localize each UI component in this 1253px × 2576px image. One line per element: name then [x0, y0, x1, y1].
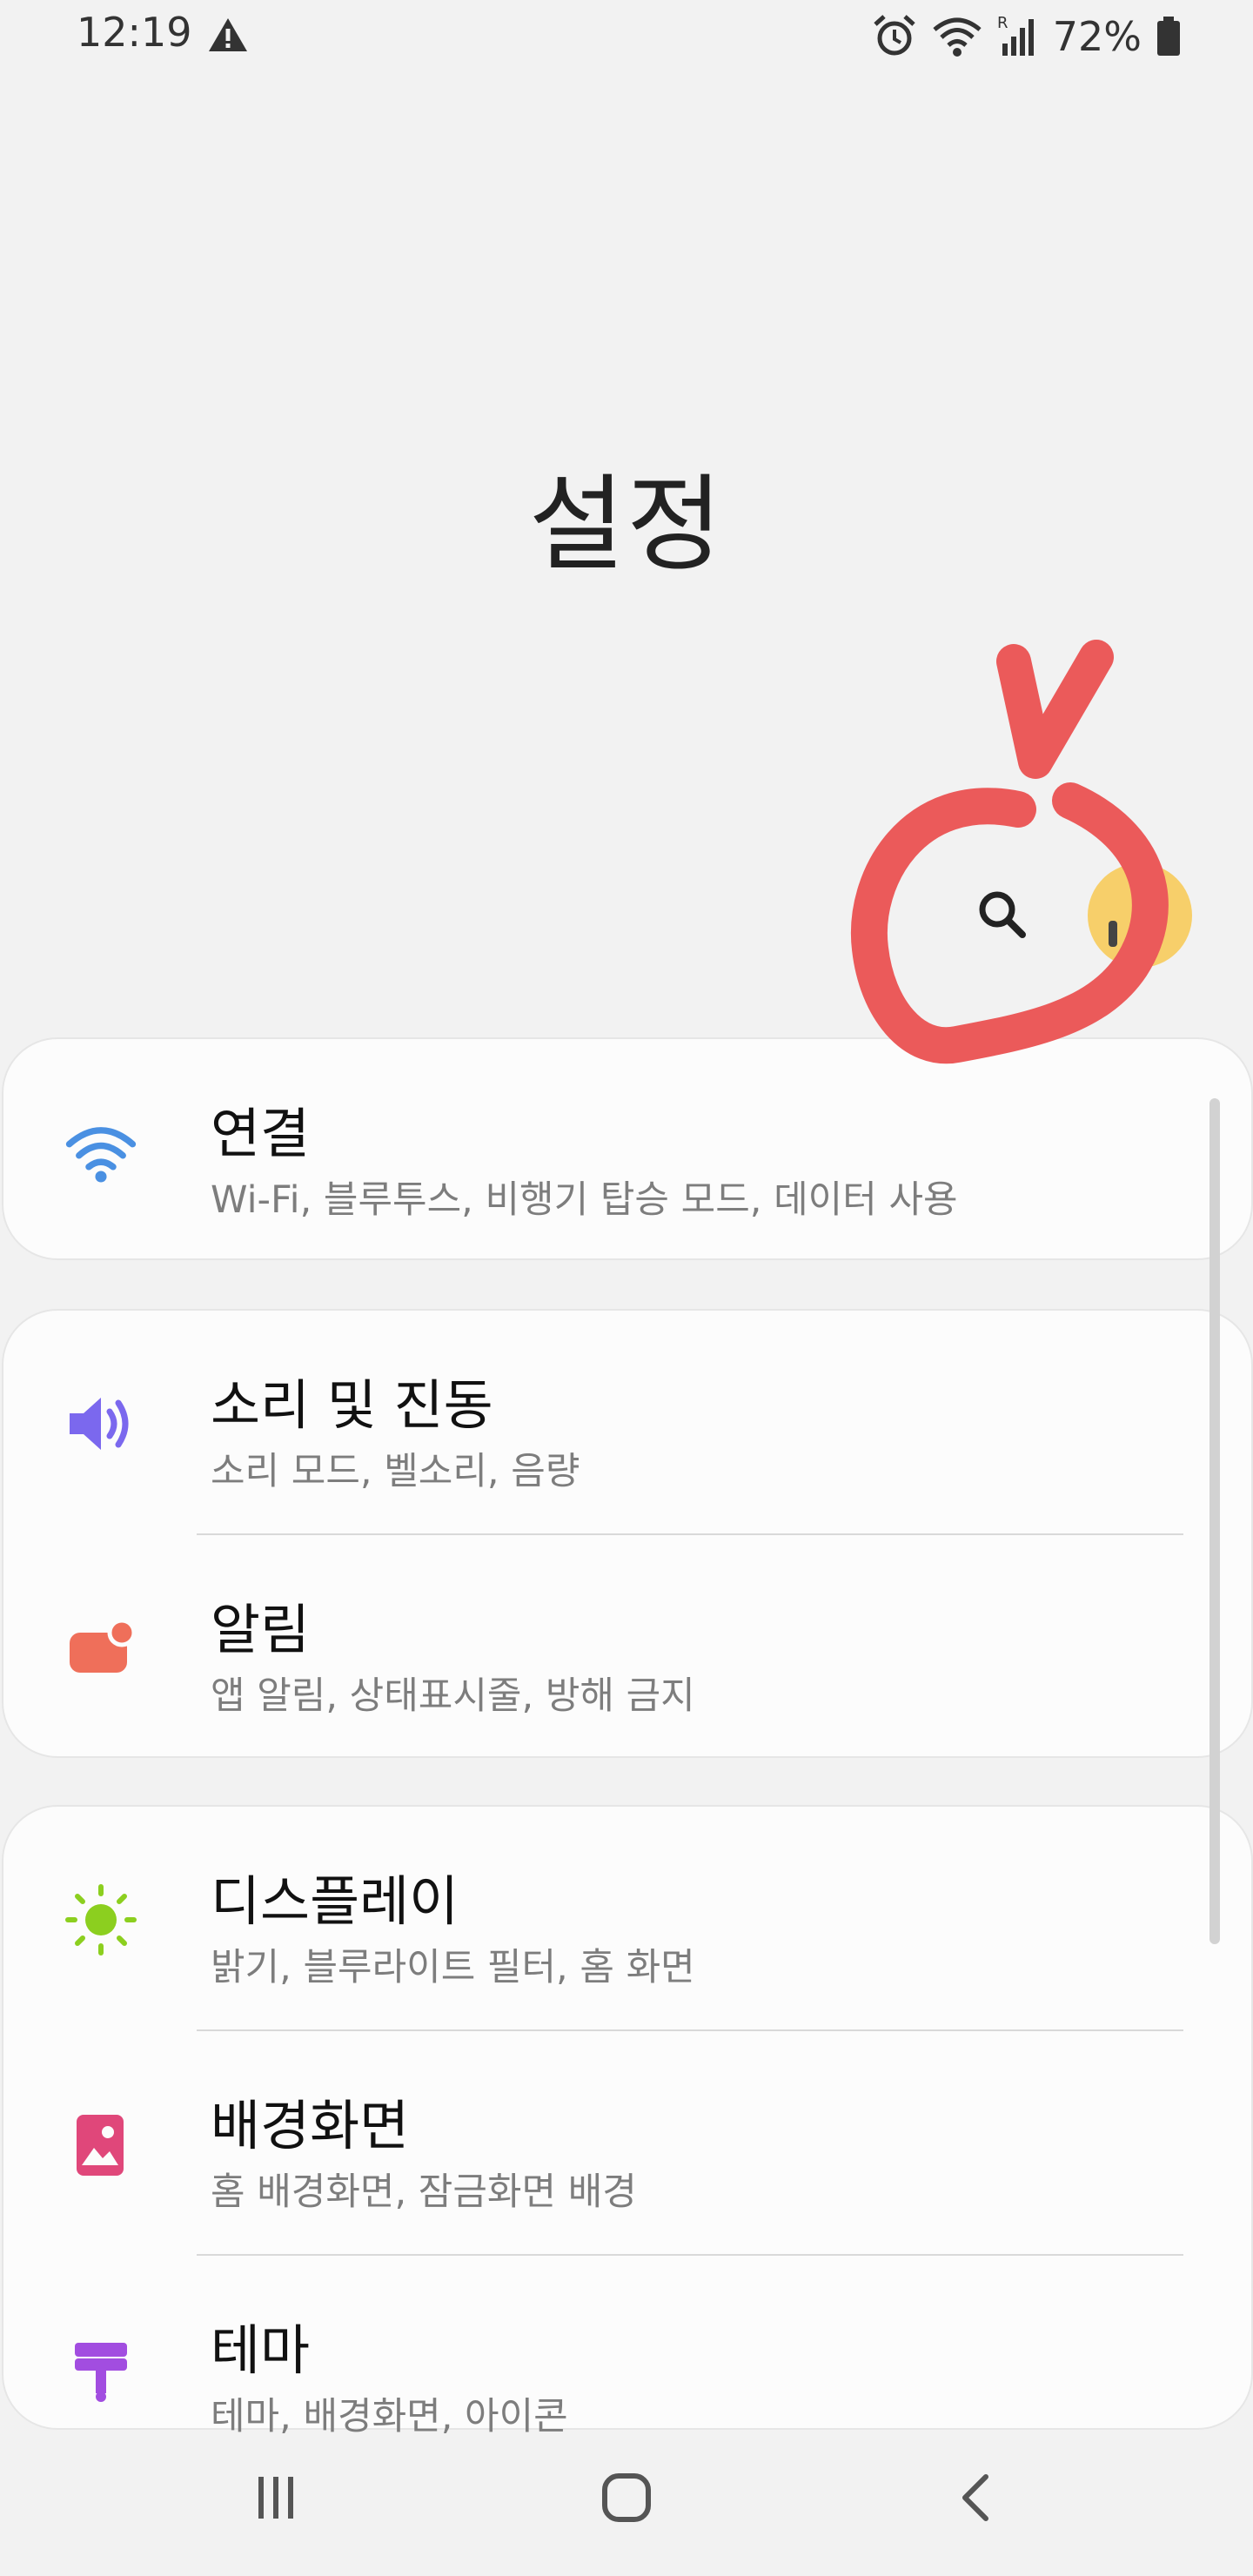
- item-subtitle: 홈 배경화면, 잠금화면 배경: [211, 2170, 637, 2214]
- settings-item-connections[interactable]: 연결 Wi-Fi, 블루투스, 비행기 탑승 모드, 데이터 사용: [3, 1039, 1251, 1262]
- volume-icon: [64, 1387, 137, 1460]
- scrollbar[interactable]: [1209, 1098, 1220, 1944]
- search-button[interactable]: [968, 881, 1038, 950]
- profile-avatar[interactable]: [1088, 863, 1192, 968]
- warning-icon: [209, 18, 247, 51]
- item-title: 소리 및 진동: [211, 1373, 493, 1437]
- wifi-icon: [64, 1116, 137, 1189]
- settings-card-connections: 연결 Wi-Fi, 블루투스, 비행기 탑승 모드, 데이터 사용: [2, 1037, 1253, 1260]
- search-icon: [979, 891, 1026, 938]
- battery-icon: [1157, 17, 1180, 56]
- back-button[interactable]: [938, 2463, 1016, 2532]
- status-time: 12:19: [77, 9, 192, 56]
- wifi-icon: [933, 17, 982, 57]
- settings-item-notifications[interactable]: 알림 앱 알림, 상태표시줄, 방해 금지: [3, 1535, 1251, 1758]
- navigation-bar: [0, 2428, 1253, 2576]
- signal-icon: R: [997, 14, 1034, 56]
- settings-item-display[interactable]: 디스플레이 밝기, 블루라이트 필터, 홈 화면: [3, 1807, 1251, 2029]
- item-title: 알림: [211, 1598, 311, 1661]
- recent-apps-button[interactable]: [237, 2463, 315, 2532]
- settings-item-wallpaper[interactable]: 배경화면 홈 배경화면, 잠금화면 배경: [3, 2031, 1251, 2254]
- item-title: 연결: [211, 1102, 311, 1165]
- item-subtitle: 앱 알림, 상태표시줄, 방해 금지: [211, 1674, 695, 1718]
- avatar-glyph: [1109, 921, 1117, 947]
- notification-icon: [64, 1612, 137, 1685]
- wallpaper-icon: [64, 2108, 137, 2181]
- settings-item-sound[interactable]: 소리 및 진동 소리 모드, 벨소리, 음량: [3, 1311, 1251, 1533]
- item-subtitle: 밝기, 블루라이트 필터, 홈 화면: [211, 1946, 695, 1989]
- item-title: 배경화면: [211, 2094, 410, 2157]
- alarm-icon: [874, 15, 915, 56]
- home-button[interactable]: [587, 2463, 666, 2532]
- item-subtitle: Wi-Fi, 블루투스, 비행기 탑승 모드, 데이터 사용: [211, 1178, 958, 1222]
- back-icon: [962, 2474, 988, 2521]
- settings-card-display: 디스플레이 밝기, 블루라이트 필터, 홈 화면 배경화면 홈 배경화면, 잠금…: [2, 1805, 1253, 2438]
- page-title: 설정: [528, 465, 725, 586]
- settings-card-sound: 소리 및 진동 소리 모드, 벨소리, 음량 알림 앱 알림, 상태표시줄, 방…: [2, 1309, 1253, 1758]
- home-icon: [602, 2473, 651, 2522]
- theme-icon: [64, 2332, 137, 2405]
- status-bar: 12:19 R 72%: [0, 0, 1253, 77]
- item-title: 디스플레이: [211, 1869, 459, 1933]
- svg-text:R: R: [997, 14, 1008, 32]
- item-title: 테마: [211, 2318, 311, 2382]
- recent-apps-icon: [258, 2477, 293, 2519]
- brightness-icon: [64, 1883, 137, 1956]
- battery-percent: 72%: [1052, 13, 1142, 60]
- item-subtitle: 소리 모드, 벨소리, 음량: [211, 1450, 580, 1493]
